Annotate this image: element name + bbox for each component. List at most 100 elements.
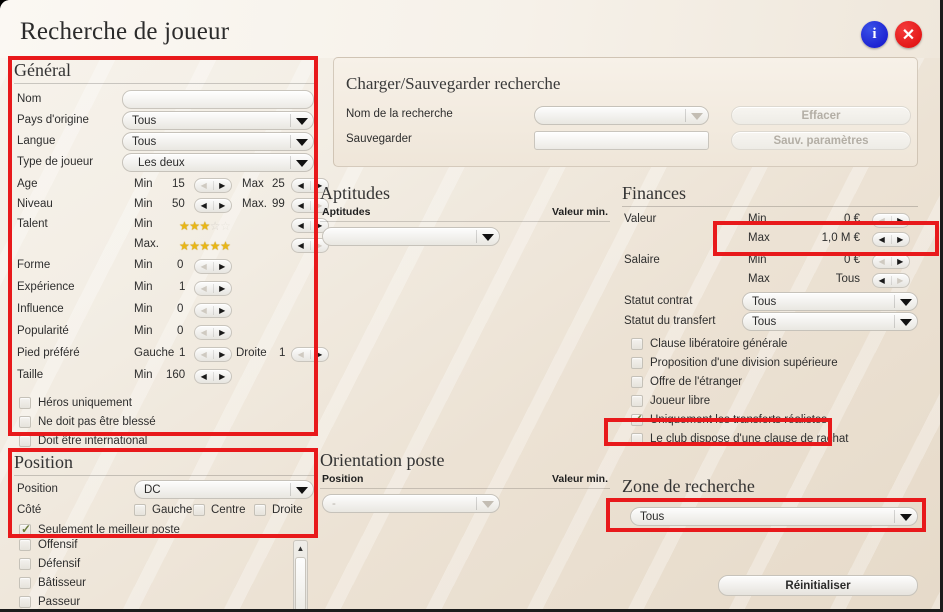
check-clause-rachat[interactable]: Le club dispose d'une clause de rachat: [622, 431, 918, 450]
right-arrow-icon[interactable]: ▶: [892, 216, 910, 225]
left-arrow-icon[interactable]: ◀: [873, 276, 891, 285]
left-arrow-icon[interactable]: ◀: [292, 181, 310, 190]
check-international[interactable]: Doit être international: [14, 433, 314, 452]
right-arrow-icon[interactable]: ▶: [214, 350, 232, 359]
left-arrow-icon[interactable]: ◀: [292, 241, 310, 250]
left-arrow-icon[interactable]: ◀: [292, 201, 310, 210]
pied-right-stepper[interactable]: ◀ ▶: [291, 347, 329, 362]
traits-scrollbar[interactable]: ▲: [293, 540, 308, 609]
orientation-title: Orientation poste: [320, 450, 445, 470]
right-arrow-icon[interactable]: ▶: [214, 372, 232, 381]
checkbox-batisseur[interactable]: [19, 577, 31, 589]
salaire-min-stepper[interactable]: ◀ ▶: [872, 254, 910, 269]
influence-min-stepper[interactable]: ◀ ▶: [194, 303, 232, 318]
age-min-stepper[interactable]: ◀ ▶: [194, 178, 232, 193]
right-arrow-icon[interactable]: ▶: [214, 181, 232, 190]
right-arrow-icon[interactable]: ▶: [892, 235, 910, 244]
valeur-max-stepper[interactable]: ◀ ▶: [872, 232, 910, 247]
combo-divider: [290, 114, 291, 127]
checkbox-offensif[interactable]: [19, 539, 31, 551]
position-select[interactable]: DC: [134, 480, 314, 499]
check-non-blesse[interactable]: Ne doit pas être blessé: [14, 414, 314, 433]
checkbox-passeur[interactable]: [19, 596, 31, 608]
list-item[interactable]: Offensif: [14, 537, 314, 556]
popularite-min-stepper[interactable]: ◀ ▶: [194, 325, 232, 340]
right-arrow-icon[interactable]: ▶: [214, 201, 232, 210]
close-icon[interactable]: ✕: [895, 21, 922, 48]
check-heros[interactable]: Héros uniquement: [14, 395, 314, 414]
forme-min-stepper[interactable]: ◀ ▶: [194, 259, 232, 274]
experience-min-stepper[interactable]: ◀ ▶: [194, 281, 232, 296]
langue-value: Tous: [132, 135, 157, 148]
taille-min-stepper[interactable]: ◀ ▶: [194, 369, 232, 384]
reset-button[interactable]: Réinitialiser: [718, 575, 918, 596]
left-arrow-icon[interactable]: ◀: [292, 221, 310, 230]
statut-contrat-select[interactable]: Tous: [742, 292, 918, 311]
checkbox-best-post[interactable]: [19, 522, 31, 536]
save-params-button[interactable]: Sauv. paramètres: [731, 131, 911, 150]
checkbox-transferts-realistes[interactable]: [631, 412, 643, 426]
left-arrow-icon[interactable]: ◀: [195, 350, 213, 359]
checkbox-defensif[interactable]: [19, 558, 31, 570]
position-title: Position: [14, 452, 314, 476]
left-arrow-icon[interactable]: ◀: [195, 328, 213, 337]
check-transferts-realistes[interactable]: Uniquement les transferts réalistes: [622, 412, 918, 431]
check-division-superieure[interactable]: Proposition d'une division supérieure: [622, 355, 918, 374]
right-arrow-icon[interactable]: ▶: [214, 262, 232, 271]
statut-transfert-select[interactable]: Tous: [742, 312, 918, 331]
check-clause-liberatoire[interactable]: Clause libératoire générale: [622, 336, 918, 355]
salaire-max-stepper[interactable]: ◀ ▶: [872, 273, 910, 288]
right-arrow-icon[interactable]: ▶: [214, 306, 232, 315]
orientation-select[interactable]: -: [322, 494, 500, 513]
niveau-min-stepper[interactable]: ◀ ▶: [194, 198, 232, 213]
checkbox-cote-centre[interactable]: [193, 504, 205, 516]
langue-select[interactable]: Tous: [122, 132, 314, 151]
checkbox-division-superieure[interactable]: [631, 357, 643, 369]
info-icon[interactable]: i: [861, 21, 888, 48]
aptitudes-select[interactable]: [322, 227, 500, 246]
checkbox-clause-rachat[interactable]: [631, 433, 643, 445]
search-name-select[interactable]: [534, 106, 709, 125]
checkbox-heros[interactable]: [19, 397, 31, 409]
left-arrow-icon[interactable]: ◀: [195, 372, 213, 381]
list-item[interactable]: Passeur: [14, 594, 314, 609]
check-joueur-libre[interactable]: Joueur libre: [622, 393, 918, 412]
pays-select[interactable]: Tous: [122, 111, 314, 130]
valeur-min-stepper[interactable]: ◀ ▶: [872, 213, 910, 228]
clear-button[interactable]: Effacer: [731, 106, 911, 125]
left-arrow-icon[interactable]: ◀: [873, 216, 891, 225]
right-arrow-icon[interactable]: ▶: [892, 257, 910, 266]
checkbox-clause-liberatoire[interactable]: [631, 338, 643, 350]
checkbox-cote-droite[interactable]: [254, 504, 266, 516]
right-arrow-icon[interactable]: ▶: [214, 328, 232, 337]
nom-input[interactable]: [122, 90, 314, 109]
checkbox-cote-gauche[interactable]: [134, 504, 146, 516]
checkbox-international[interactable]: [19, 435, 31, 447]
left-arrow-icon[interactable]: ◀: [195, 181, 213, 190]
list-item[interactable]: Bâtisseur: [14, 575, 314, 594]
list-item[interactable]: Défensif: [14, 556, 314, 575]
search-zone-select[interactable]: Tous: [630, 507, 918, 526]
chevron-down-icon: [296, 159, 308, 167]
left-arrow-icon[interactable]: ◀: [195, 262, 213, 271]
right-arrow-icon[interactable]: ▶: [214, 284, 232, 293]
left-arrow-icon[interactable]: ◀: [292, 350, 310, 359]
right-arrow-icon[interactable]: ▶: [311, 350, 329, 359]
checkbox-offre-etranger[interactable]: [631, 376, 643, 388]
left-arrow-icon[interactable]: ◀: [195, 284, 213, 293]
save-name-input[interactable]: [534, 131, 709, 150]
right-arrow-icon[interactable]: ▶: [892, 276, 910, 285]
left-arrow-icon[interactable]: ◀: [873, 257, 891, 266]
age-max-value: 25: [272, 178, 285, 190]
scroll-up-icon[interactable]: ▲: [294, 541, 307, 555]
type-select[interactable]: Les deux: [122, 153, 314, 172]
scroll-thumb[interactable]: [295, 557, 306, 609]
checkbox-joueur-libre[interactable]: [631, 395, 643, 407]
left-arrow-icon[interactable]: ◀: [195, 201, 213, 210]
left-arrow-icon[interactable]: ◀: [873, 235, 891, 244]
left-arrow-icon[interactable]: ◀: [195, 306, 213, 315]
checkbox-non-blesse[interactable]: [19, 416, 31, 428]
check-offre-etranger[interactable]: Offre de l'étranger: [622, 374, 918, 393]
cote-droite-label: Droite: [272, 504, 303, 516]
pied-left-stepper[interactable]: ◀ ▶: [194, 347, 232, 362]
